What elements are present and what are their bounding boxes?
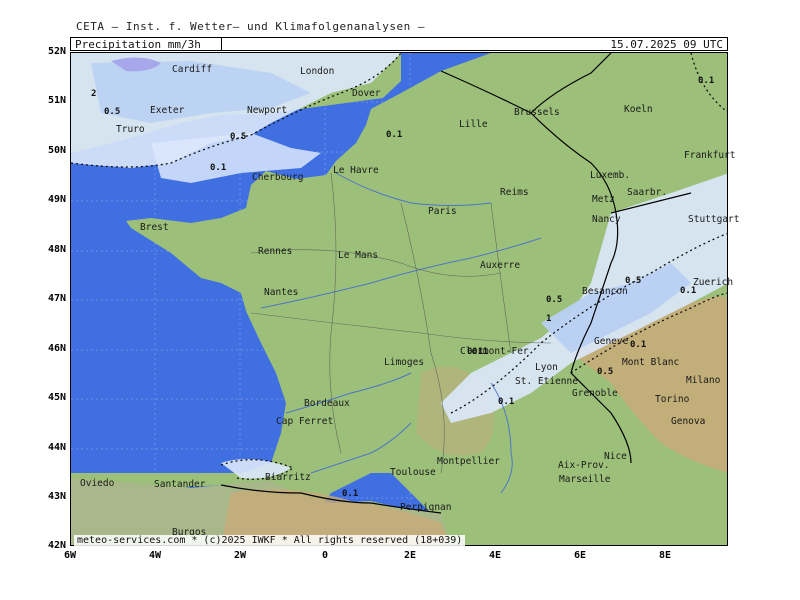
- city-label: Rennes: [258, 246, 293, 257]
- contour-label: 0.5: [597, 367, 614, 377]
- lon-label-0: 0: [321, 550, 329, 561]
- city-label: Montpellier: [437, 456, 500, 467]
- city-label: Toulouse: [390, 467, 436, 478]
- lat-label-47N: 47N: [47, 293, 66, 304]
- city-label: Lille: [459, 119, 488, 130]
- contour-label: 0.1: [498, 397, 515, 407]
- lon-label-6W: 6W: [63, 550, 77, 561]
- city-label: Saarbr.: [627, 187, 668, 198]
- city-label: Nancy: [592, 214, 621, 225]
- city-label: Aix-Prov.: [558, 460, 610, 471]
- city-label: Exeter: [150, 105, 185, 116]
- lon-label-4E: 4E: [488, 550, 502, 561]
- city-label: Stuttgart: [688, 214, 740, 225]
- copyright-footer: meteo-services.com * (c)2025 IWKF * All …: [74, 535, 466, 546]
- contour-label: 0.1: [386, 130, 403, 140]
- product-title: Precipitation mm/3h: [75, 38, 201, 51]
- city-label: Frankfurt: [684, 150, 736, 161]
- contour-label: 0.5: [104, 107, 121, 117]
- city-label: Zuerich: [693, 277, 734, 288]
- lat-label-52N: 52N: [47, 46, 66, 57]
- city-label: Cap Ferret: [276, 416, 334, 427]
- lat-label-45N: 45N: [47, 392, 66, 403]
- contour-label: 2: [91, 89, 97, 99]
- lon-label-2W: 2W: [233, 550, 247, 561]
- city-label: Cherbourg: [252, 172, 304, 183]
- city-label: Newport: [247, 105, 288, 116]
- city-label: Truro: [116, 124, 145, 135]
- lat-label-46N: 46N: [47, 343, 66, 354]
- city-label: Bordeaux: [304, 398, 350, 409]
- header-bar: Precipitation mm/3h 15.07.2025 09 UTC: [70, 37, 728, 51]
- city-label: Perpignan: [400, 502, 452, 513]
- lat-label-48N: 48N: [47, 244, 66, 255]
- city-label: Marseille: [559, 474, 611, 485]
- city-label: Le Havre: [333, 165, 379, 176]
- city-label: Brussels: [514, 107, 560, 118]
- city-label: Nantes: [264, 287, 299, 298]
- city-label: Luxemb.: [590, 170, 631, 181]
- lat-label-51N: 51N: [47, 95, 66, 106]
- city-label: Torino: [655, 394, 690, 405]
- city-label: Brest: [140, 222, 169, 233]
- contour-label: 0.1: [467, 347, 484, 357]
- city-label: Auxerre: [480, 260, 521, 271]
- city-label: Mont Blanc: [622, 357, 680, 368]
- lat-label-49N: 49N: [47, 194, 66, 205]
- city-label: Koeln: [624, 104, 653, 115]
- city-label: Milano: [686, 375, 721, 386]
- contour-label: 0.1: [698, 76, 715, 86]
- city-label: Metz: [592, 194, 615, 205]
- city-label: Reims: [500, 187, 529, 198]
- city-label: Besancon: [582, 286, 628, 297]
- contour-label: 1: [546, 314, 552, 324]
- valid-time: 15.07.2025 09 UTC: [610, 38, 723, 51]
- lat-label-43N: 43N: [47, 491, 66, 502]
- lon-label-6E: 6E: [573, 550, 587, 561]
- lat-label-44N: 44N: [47, 442, 66, 453]
- city-label: Geneve: [594, 336, 629, 347]
- city-label: St. Etienne: [515, 376, 578, 387]
- contour-label: 0.1: [342, 489, 359, 499]
- header-source: CETA – Inst. f. Wetter– und Klimafolgena…: [76, 20, 426, 33]
- city-label: Limoges: [384, 357, 425, 368]
- city-label: Santander: [154, 479, 206, 490]
- contour-label: 0.1: [680, 286, 697, 296]
- city-label: Lyon: [535, 362, 558, 373]
- lat-label-50N: 50N: [47, 145, 66, 156]
- city-label: Dover: [352, 88, 381, 99]
- city-label: Paris: [428, 206, 457, 217]
- contour-label: 0.5: [230, 132, 247, 142]
- lon-label-2E: 2E: [403, 550, 417, 561]
- contour-label: 0.5: [546, 295, 563, 305]
- city-label: Le Mans: [338, 250, 379, 261]
- city-label: Biarritz: [265, 472, 311, 483]
- contour-label: 0.5: [625, 276, 642, 286]
- city-label: Cardiff: [172, 64, 213, 75]
- lon-label-4W: 4W: [148, 550, 162, 561]
- city-label: London: [300, 66, 335, 77]
- contour-label: 0.1: [630, 340, 647, 350]
- lon-label-8E: 8E: [658, 550, 672, 561]
- city-label: Genova: [671, 416, 706, 427]
- city-label: Oviedo: [80, 478, 115, 489]
- city-label: Grenoble: [572, 388, 618, 399]
- contour-label: 0.1: [210, 163, 227, 173]
